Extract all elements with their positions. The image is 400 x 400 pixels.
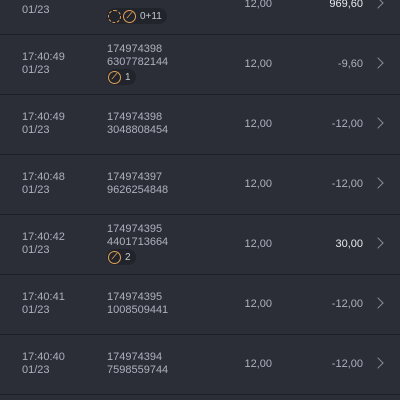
row-id-line2: 6307782144	[107, 56, 169, 68]
link-icon: ⟋	[123, 9, 136, 23]
row-date: 01/23	[22, 4, 50, 16]
row-result: -12,00	[331, 178, 363, 190]
list-item[interactable]: 17:40:41 01/23 174974395 1008509441 12,0…	[0, 275, 400, 335]
chevron-right-icon[interactable]	[372, 297, 384, 309]
row-date: 01/23	[22, 124, 50, 136]
link-icon: ⟋	[108, 70, 121, 84]
list-item[interactable]: 01/23 6377529857 ⟋ 0+11 12,00 969,60	[0, 0, 400, 35]
row-date: 01/23	[22, 64, 50, 76]
list-item[interactable]: 17:40:48 01/23 174974397 9626254848 12,0…	[0, 155, 400, 215]
row-badge: ⟋ 0+11	[107, 8, 167, 24]
row-date: 01/23	[22, 364, 50, 376]
list-item[interactable]: 17:40:40 01/23 174974394 7598559744 12,0…	[0, 335, 400, 395]
row-date: 01/23	[22, 184, 50, 196]
chevron-right-icon[interactable]	[372, 237, 384, 249]
row-date: 01/23	[22, 304, 50, 316]
row-amount: 12,00	[244, 0, 272, 10]
row-result: -9,60	[337, 58, 363, 70]
row-id-line2: 1008509441	[107, 304, 169, 316]
row-amount: 12,00	[244, 298, 272, 310]
row-amount: 12,00	[244, 238, 272, 250]
row-result: -12,00	[331, 118, 363, 130]
chevron-right-icon[interactable]	[372, 57, 384, 69]
row-id-line1: 174974395	[107, 291, 163, 303]
row-id-line1: 174974397	[107, 171, 163, 183]
chevron-right-icon[interactable]	[372, 357, 384, 369]
list-item[interactable]: 17:40:49 01/23 174974398 6307782144 ⟋ 1 …	[0, 35, 400, 95]
row-id-line1: 174974395	[107, 223, 163, 235]
transaction-list: 01/23 6377529857 ⟋ 0+11 12,00 969,60 17:…	[0, 0, 400, 400]
row-id-line1: 174974394	[107, 351, 163, 363]
chevron-right-icon[interactable]	[372, 0, 384, 9]
refresh-icon	[108, 9, 121, 23]
row-amount: 12,00	[244, 178, 272, 190]
row-time: 17:40:42	[22, 231, 65, 243]
row-id-line2: 9626254848	[107, 184, 169, 196]
link-icon: ⟋	[108, 250, 121, 264]
row-id-line1: 174974398	[107, 111, 163, 123]
row-id-line2: 4401713664	[107, 236, 169, 248]
row-badge: ⟋ 2	[107, 249, 136, 265]
row-id-line2: 3048808454	[107, 124, 169, 136]
row-time: 17:40:41	[22, 291, 65, 303]
row-badge: ⟋ 1	[107, 69, 136, 85]
row-amount: 12,00	[244, 58, 272, 70]
row-id-line1: 174974398	[107, 43, 163, 55]
row-amount: 12,00	[244, 118, 272, 130]
badge-count: 2	[125, 251, 131, 263]
row-result: 30,00	[335, 238, 363, 250]
row-time: 17:40:48	[22, 171, 65, 183]
chevron-right-icon[interactable]	[372, 177, 384, 189]
row-time: 17:40:49	[22, 111, 65, 123]
row-amount: 12,00	[244, 358, 272, 370]
badge-count: 1	[125, 71, 131, 83]
list-item[interactable]: 17:40:49 01/23 174974398 3048808454 12,0…	[0, 95, 400, 155]
row-result: 969,60	[329, 0, 363, 10]
chevron-right-icon[interactable]	[372, 117, 384, 129]
row-result: -12,00	[331, 298, 363, 310]
badge-count: 0+11	[140, 10, 162, 22]
row-date: 01/23	[22, 244, 50, 256]
list-item[interactable]: 17:40:42 01/23 174974395 4401713664 ⟋ 2 …	[0, 215, 400, 275]
row-time: 17:40:49	[22, 51, 65, 63]
row-time: 17:40:40	[22, 351, 65, 363]
row-id-line2: 7598559744	[107, 364, 169, 376]
row-result: -12,00	[331, 358, 363, 370]
